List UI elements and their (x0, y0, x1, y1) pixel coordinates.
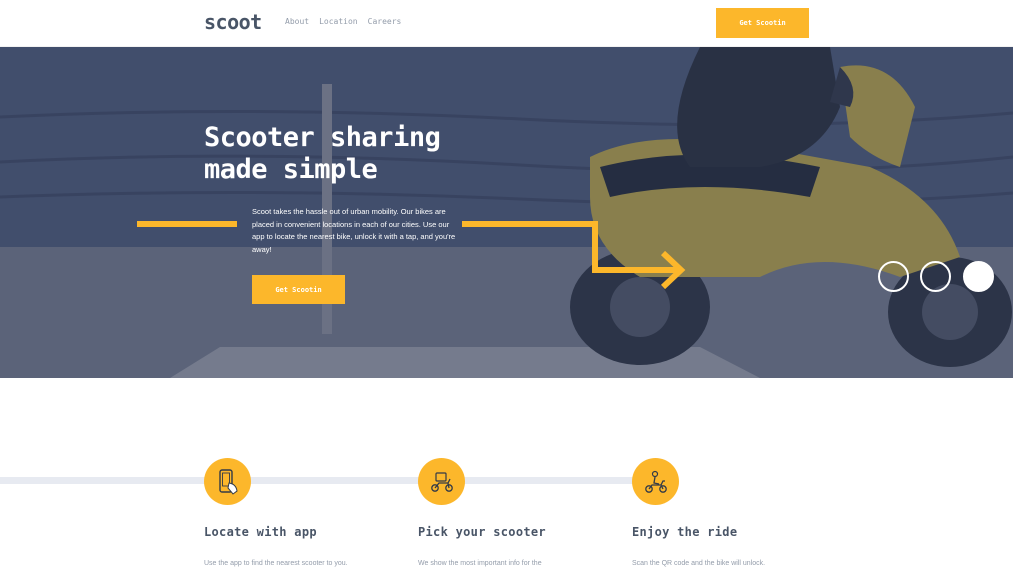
ride-icon (632, 458, 679, 505)
step-description: We show the most important info for the (418, 560, 542, 567)
scooter-icon (418, 458, 465, 505)
step-title: Enjoy the ride (632, 525, 738, 539)
carousel-dot-1[interactable] (878, 261, 909, 292)
phone-locate-icon (204, 458, 251, 505)
logo[interactable]: scoot (204, 10, 262, 34)
step-title: Pick your scooter (418, 525, 546, 539)
header-get-scootin-button[interactable]: Get Scootin (716, 8, 809, 38)
step-enjoy-ride: Enjoy the ride Scan the QR code and the … (632, 458, 822, 570)
hero-decor-line-left (137, 221, 237, 227)
carousel-dot-2[interactable] (920, 261, 951, 292)
hero-title-line2: made simple (204, 154, 378, 185)
hero-title: Scooter sharing made simple (204, 122, 504, 186)
nav-link-about[interactable]: About (285, 17, 309, 26)
site-header: scoot About Location Careers Get Scootin (0, 0, 1013, 47)
nav-link-careers[interactable]: Careers (368, 17, 402, 26)
step-description: Use the app to find the nearest scooter … (204, 560, 348, 567)
hero-overlay (0, 47, 1013, 378)
step-pick-scooter: Pick your scooter We show the most impor… (418, 458, 608, 570)
hero-section: Scooter sharing made simple Scoot takes … (0, 47, 1013, 378)
carousel-dot-3[interactable] (963, 261, 994, 292)
step-locate: Locate with app Use the app to find the … (204, 458, 394, 570)
nav-link-location[interactable]: Location (319, 17, 358, 26)
main-nav: About Location Careers (285, 17, 401, 26)
hero-lead: Scoot takes the hassle out of urban mobi… (252, 207, 456, 254)
hero-get-scootin-button[interactable]: Get Scootin (252, 275, 345, 304)
hero-title-line1: Scooter sharing (204, 122, 441, 153)
step-title: Locate with app (204, 525, 317, 539)
step-description: Scan the QR code and the bike will unloc… (632, 560, 766, 567)
